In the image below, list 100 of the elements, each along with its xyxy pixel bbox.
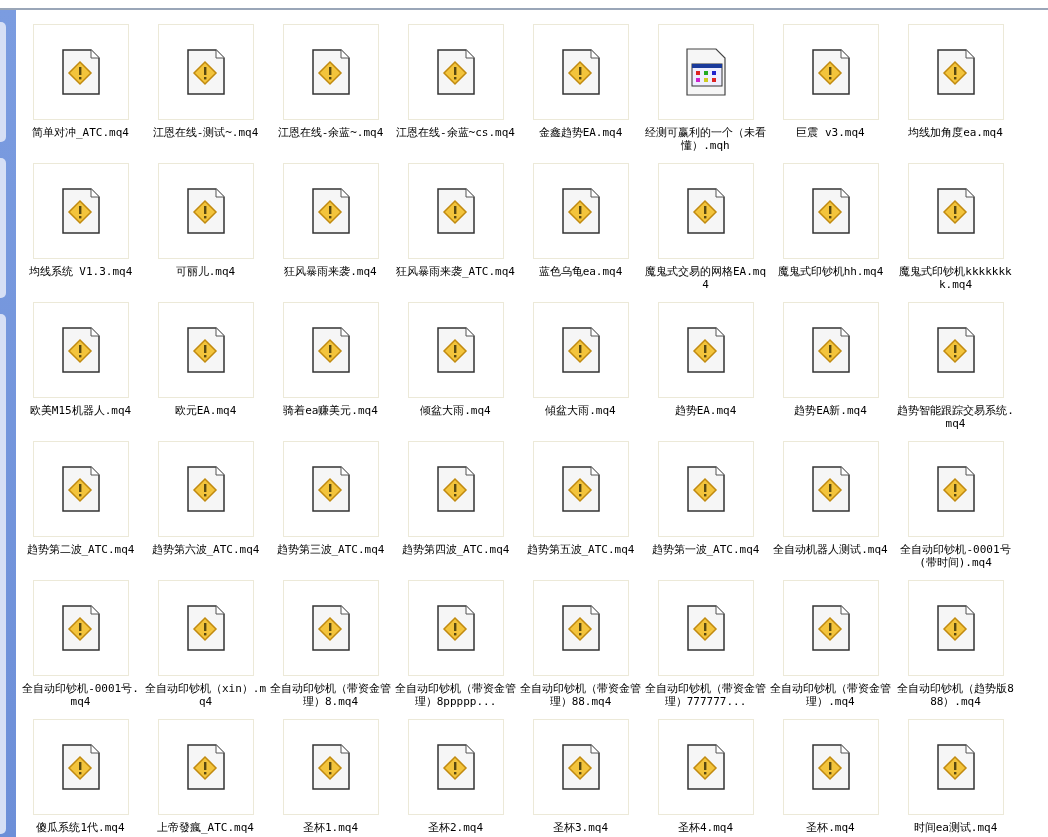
- file-name: 巨震 v3.mq4: [795, 126, 866, 139]
- file-thumbnail[interactable]: [282, 24, 379, 120]
- file-thumbnail[interactable]: [532, 580, 629, 676]
- file-thumbnail[interactable]: [282, 719, 379, 815]
- file-thumbnail[interactable]: [532, 24, 629, 120]
- file-thumbnail[interactable]: [157, 163, 254, 259]
- file-thumbnail[interactable]: [32, 163, 129, 259]
- file-name: 全自动印钞机（带资金管理）8ppppp...: [394, 682, 517, 708]
- file-thumbnail[interactable]: [407, 163, 504, 259]
- file-thumbnail[interactable]: [157, 302, 254, 398]
- file-name: 全自动印钞机-0001号(带时间).mq4: [899, 543, 1012, 569]
- warning-file-icon: [186, 327, 225, 373]
- file-thumbnail[interactable]: [657, 163, 754, 259]
- warning-file-icon: [311, 188, 350, 234]
- warning-file-icon: [811, 327, 850, 373]
- file-name: 魔鬼式交易的网格EA.mq4: [644, 265, 767, 291]
- warning-file-icon: [686, 188, 725, 234]
- file-thumbnail[interactable]: [282, 580, 379, 676]
- warning-file-icon: [686, 466, 725, 512]
- file-thumbnail[interactable]: [782, 163, 879, 259]
- warning-file-icon: [436, 327, 475, 373]
- file-thumbnail[interactable]: [657, 441, 754, 537]
- file-thumbnail[interactable]: [282, 302, 379, 398]
- warning-file-icon: [436, 744, 475, 790]
- file-thumbnail[interactable]: [532, 441, 629, 537]
- warning-file-icon: [561, 188, 600, 234]
- file-name: 全自动印钞机-0001号.mq4: [21, 682, 140, 708]
- warning-file-icon: [186, 744, 225, 790]
- file-thumbnail[interactable]: [157, 24, 254, 120]
- warning-file-icon: [61, 466, 100, 512]
- file-thumbnail[interactable]: [32, 441, 129, 537]
- file-thumbnail[interactable]: [407, 441, 504, 537]
- file-thumbnail[interactable]: [32, 580, 129, 676]
- file-thumbnail[interactable]: [907, 719, 1004, 815]
- file-thumbnail[interactable]: [157, 719, 254, 815]
- file-thumbnail[interactable]: [407, 580, 504, 676]
- file-thumbnail[interactable]: [782, 441, 879, 537]
- file-thumbnail[interactable]: [407, 719, 504, 815]
- file-thumbnail[interactable]: [282, 163, 379, 259]
- file-thumbnail[interactable]: [532, 163, 629, 259]
- file-name: 狂风暴雨来袭.mq4: [283, 265, 378, 278]
- file-thumbnail[interactable]: [32, 24, 129, 120]
- file-name: 江恩在线-测试~.mq4: [151, 126, 260, 139]
- file-thumbnail[interactable]: [657, 580, 754, 676]
- file-name: 江恩在线-余蓝~cs.mq4: [395, 126, 516, 139]
- file-thumbnail[interactable]: [532, 719, 629, 815]
- file-name: 圣杯1.mq4: [301, 821, 360, 834]
- file-thumbnail[interactable]: [657, 302, 754, 398]
- warning-file-icon: [811, 605, 850, 651]
- file-thumbnail[interactable]: [157, 580, 254, 676]
- warning-file-icon: [561, 466, 600, 512]
- warning-file-icon: [936, 188, 975, 234]
- file-name: 欧美M15机器人.mq4: [28, 404, 133, 417]
- file-thumbnail[interactable]: [282, 441, 379, 537]
- warning-file-icon: [561, 744, 600, 790]
- file-name: 圣杯2.mq4: [426, 821, 485, 834]
- file-name: 骑着ea赚美元.mq4: [282, 404, 379, 417]
- file-name: 趋势第六波_ATC.mq4: [150, 543, 261, 556]
- file-thumbnail[interactable]: [782, 719, 879, 815]
- file-name: 趋势第五波_ATC.mq4: [525, 543, 636, 556]
- file-name: 趋势第一波_ATC.mq4: [650, 543, 761, 556]
- warning-file-icon: [436, 605, 475, 651]
- file-thumbnail[interactable]: [782, 580, 879, 676]
- warning-file-icon: [936, 605, 975, 651]
- file-name: 可丽儿.mq4: [174, 265, 237, 278]
- file-name: 全自动印钞机（带资金管理）8.mq4: [269, 682, 392, 708]
- file-thumbnail[interactable]: [407, 24, 504, 120]
- warning-file-icon: [311, 744, 350, 790]
- file-name: 傻瓜系统1代.mq4: [35, 821, 126, 834]
- file-thumbnail[interactable]: [907, 580, 1004, 676]
- file-thumbnail[interactable]: [907, 302, 1004, 398]
- file-thumbnail[interactable]: [157, 441, 254, 537]
- warning-file-icon: [61, 49, 100, 95]
- file-name: 傾盆大雨.mq4: [544, 404, 617, 417]
- warning-file-icon: [686, 327, 725, 373]
- warning-file-icon: [561, 327, 600, 373]
- file-thumbnail[interactable]: [907, 24, 1004, 120]
- file-name: 全自动印钞机（趋势版888）.mq4: [896, 682, 1015, 708]
- file-name: 简单对冲_ATC.mq4: [31, 126, 130, 139]
- file-name: 魔鬼式印钞机kkkkkkkk.mq4: [898, 265, 1013, 291]
- file-thumbnail[interactable]: [657, 719, 754, 815]
- file-name: 全自动印钞机（带资金管理）777777...: [644, 682, 767, 708]
- warning-file-icon: [436, 49, 475, 95]
- file-thumbnail[interactable]: [657, 24, 754, 120]
- warning-file-icon: [936, 327, 975, 373]
- window-file-icon: [685, 48, 726, 96]
- file-name: 均线加角度ea.mq4: [907, 126, 1004, 139]
- file-thumbnail[interactable]: [532, 302, 629, 398]
- file-thumbnail[interactable]: [32, 302, 129, 398]
- file-thumbnail[interactable]: [32, 719, 129, 815]
- warning-file-icon: [936, 466, 975, 512]
- file-name: 圣杯3.mq4: [551, 821, 610, 834]
- file-name: 趋势智能跟踪交易系统.mq4: [896, 404, 1015, 430]
- file-thumbnail[interactable]: [407, 302, 504, 398]
- file-thumbnail[interactable]: [907, 441, 1004, 537]
- file-name: 圣杯.mq4: [805, 821, 856, 834]
- file-thumbnail[interactable]: [782, 302, 879, 398]
- file-name: 全自动印钞机（带资金管理）88.mq4: [519, 682, 642, 708]
- file-thumbnail[interactable]: [907, 163, 1004, 259]
- file-thumbnail[interactable]: [782, 24, 879, 120]
